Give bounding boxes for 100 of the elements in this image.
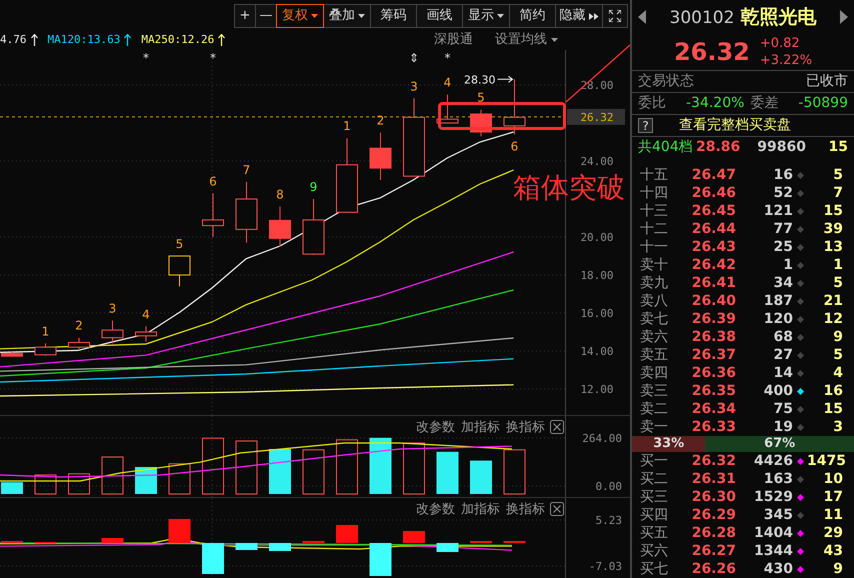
order-level-label: 十四	[640, 184, 669, 202]
wave-count-label: 4	[142, 307, 150, 322]
order-price: 26.35	[690, 382, 736, 400]
volume-bar	[302, 449, 324, 494]
full-order-book-link[interactable]: 查看完整档买卖盘	[679, 115, 791, 136]
order-price: 26.37	[690, 346, 736, 364]
next-arrow-icon[interactable]	[840, 10, 848, 24]
levels-count: 共404档	[638, 138, 694, 156]
status-label: 交易状态	[638, 72, 694, 91]
toolbar-button[interactable]: 隐藏	[555, 4, 603, 28]
toolbar-button[interactable]: 复权	[276, 4, 324, 28]
caret-icon	[497, 14, 504, 18]
order-count: 4	[832, 364, 843, 382]
order-level-label: 买七	[640, 560, 669, 578]
wave-count-label: 4	[444, 76, 452, 90]
expand-corners-icon	[609, 10, 621, 22]
toolbar-button[interactable]: 筹码	[370, 4, 417, 28]
macd-bar	[336, 525, 358, 543]
order-count: 1	[832, 256, 843, 274]
summary-price: 28.86	[696, 138, 742, 156]
order-level-label: 十一	[640, 238, 669, 256]
axis-label: -7.03	[588, 560, 622, 573]
arrow-right-icon	[497, 76, 514, 83]
macd-bar	[436, 543, 458, 552]
volume-bar	[68, 473, 90, 494]
stock-code: 300102	[670, 6, 734, 30]
wave-count-label: 5	[176, 237, 184, 251]
volume-bar	[436, 452, 458, 494]
order-count: 9	[832, 328, 843, 346]
leader-line	[566, 44, 630, 102]
volume-bar	[504, 449, 526, 494]
order-price: 26.39	[690, 310, 736, 328]
signal-mark: *	[210, 51, 216, 65]
order-level-label: 十五	[640, 166, 669, 184]
summary-volume: 99860	[756, 138, 806, 156]
previous-arrow-icon[interactable]	[638, 10, 646, 24]
macd-bar	[370, 543, 392, 576]
order-price: 26.31	[690, 470, 736, 488]
current-price-tag	[567, 108, 625, 125]
order-price: 26.26	[690, 560, 736, 578]
close-icon[interactable]	[550, 502, 564, 516]
indicator-action[interactable]: 改参数	[416, 420, 455, 435]
indicator-action[interactable]: 换指标	[506, 502, 545, 517]
indicator-action[interactable]: 加指标	[461, 502, 500, 517]
wave-count-label: 2	[75, 318, 83, 333]
toolbar-button[interactable]: 显示	[462, 4, 510, 28]
order-level-label: 买三	[640, 488, 669, 506]
order-count: 5	[832, 166, 843, 184]
wave-count-label: 6	[510, 139, 518, 154]
order-price: 26.43	[690, 238, 736, 256]
order-volume: 1344	[753, 542, 793, 560]
order-level-label: 卖十	[640, 256, 669, 274]
signal-mark: *	[143, 51, 149, 65]
help-button[interactable]: ?	[638, 118, 653, 133]
order-count: 12	[822, 310, 843, 328]
order-count: 5	[832, 274, 843, 292]
summary-count: 15	[828, 138, 848, 156]
indicator-action[interactable]: 换指标	[506, 420, 545, 435]
chart-link[interactable]: 深股通	[434, 30, 473, 50]
order-level-label: 买六	[640, 542, 669, 560]
wave-count-label: 8	[276, 188, 284, 202]
order-volume: 16	[772, 166, 793, 184]
order-level-label: 卖九	[640, 274, 669, 292]
toolbar-button[interactable]: 简约	[509, 4, 556, 28]
macd-bar	[102, 538, 124, 543]
axis-label: 14.00	[580, 345, 614, 358]
toolbar-button[interactable]: 叠加	[323, 4, 371, 28]
order-volume: 4426	[753, 452, 793, 470]
order-level-label: 买一	[640, 452, 669, 470]
indicator-action[interactable]: 加指标	[461, 420, 500, 435]
order-count: 21	[822, 292, 843, 310]
order-volume: 68	[772, 328, 793, 346]
chart-link[interactable]: 设置均线	[495, 30, 558, 50]
order-volume: 1	[782, 256, 793, 274]
indicator-action[interactable]: 改参数	[416, 502, 455, 517]
order-count: 5	[832, 346, 843, 364]
double-triangle-icon	[588, 12, 598, 20]
order-count: 7	[832, 184, 843, 202]
order-count: 17	[822, 488, 843, 506]
order-price: 26.28	[690, 524, 736, 542]
order-ratio: -34.20%	[686, 94, 744, 113]
volume-bar	[1, 482, 23, 494]
order-level-label: 卖二	[640, 400, 669, 418]
order-volume: 163	[762, 470, 793, 488]
order-count: 15	[822, 202, 843, 220]
volume-bar	[269, 449, 291, 494]
order-volume: 400	[762, 382, 793, 400]
toolbar-button[interactable]: —	[255, 4, 277, 28]
order-price: 26.47	[690, 166, 736, 184]
toolbar-button[interactable]: +	[234, 4, 256, 28]
order-level-label: 卖七	[640, 310, 669, 328]
toolbar-button[interactable]: 画线	[416, 4, 463, 28]
arrow-up-icon	[30, 34, 38, 46]
moving-average-value: MA120:13.63	[48, 32, 120, 48]
order-level-label: 买四	[640, 506, 669, 524]
close-icon[interactable]	[550, 420, 564, 434]
order-price: 26.41	[690, 274, 736, 292]
arrow-up-icon	[218, 34, 226, 46]
fullscreen-button[interactable]	[602, 4, 628, 28]
axis-label: 24.00	[580, 155, 614, 168]
